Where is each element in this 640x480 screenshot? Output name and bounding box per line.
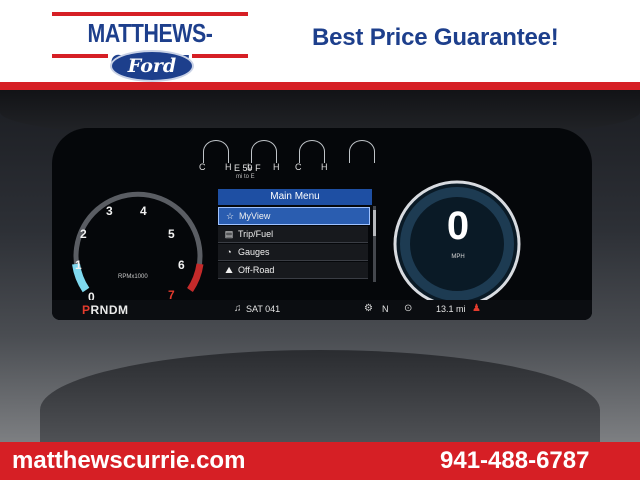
tach-tick: 3 [106,204,113,218]
tach-unit: RPMx1000 [118,274,148,280]
music-note-icon: ♫ [234,303,242,314]
fuel-readout: E 59 F [234,163,261,173]
menu-item-myview[interactable]: ☆ MyView [218,207,370,225]
main-menu-title: Main Menu [218,189,372,205]
indicator-row: C H L H C H [198,138,388,184]
menu-item-label: Trip/Fuel [238,229,274,239]
indicator-low-label: C [199,162,206,172]
fuel-e-label: E [234,163,241,173]
dealer-phone[interactable]: 941-488-6787 [440,447,589,475]
indicator-high-label: H [225,162,232,172]
gear-others: RNDM [90,303,129,317]
traction-icon: ⚙ [364,303,373,314]
tach-tick: 5 [168,227,175,241]
fuel-indicator [344,138,378,184]
tach-tick: 4 [140,204,147,218]
menu-scroll-thumb[interactable] [373,210,376,236]
logo-stripe-left [52,54,108,58]
speedometer: 0 MPH 0 120 [382,174,532,320]
odometer: 13.1 mi [436,304,466,314]
indicator-low-label: C [295,162,302,172]
cluster-photo: 0 1 2 3 4 5 6 7 RPMx1000 C H L H C H E 5… [0,90,640,442]
fuel-pump-icon [349,140,375,163]
audio-source: SAT 041 [246,304,281,314]
tachometer-dial [72,191,204,293]
menu-item-label: MyView [239,211,271,221]
dealer-header: MATTHEWS-CURRIE Ford Best Price Guarante… [0,0,640,84]
tach-tick: 2 [80,227,87,241]
oil-can-icon [251,140,277,163]
offroad-icon: ⛰ [225,265,233,275]
drive-mode: N [382,304,389,314]
instrument-cluster-screen: 0 1 2 3 4 5 6 7 RPMx1000 C H L H C H E 5… [52,128,592,320]
fuel-range-label: mi to E [236,174,255,180]
tachometer: 0 1 2 3 4 5 6 7 RPMx1000 [58,172,218,320]
dealer-logo: MATTHEWS-CURRIE Ford [52,10,248,82]
dealer-footer: matthewscurrie.com 941-488-6787 [0,442,640,480]
tach-tick: 6 [178,258,185,272]
menu-item-label: Gauges [238,247,270,257]
speed-value: 0 [446,204,470,248]
gear-selector: PRNDM [82,303,129,317]
indicator-high-label: H [273,162,280,172]
menu-scrollbar[interactable] [373,206,376,282]
seatbelt-warning-icon: ♟ [472,303,481,314]
main-menu[interactable]: Main Menu ☆ MyView ▤ Trip/Fuel ◔ Gauges … [218,189,376,285]
logo-stripe-top [52,12,248,16]
cluster-status-bar: PRNDM ♫ SAT 041 ⚙ N ⊙ 13.1 mi ♟ [52,300,592,320]
menu-item-gauges[interactable]: ◔ Gauges [218,244,368,261]
coolant-temp-indicator: C H [198,138,232,184]
menu-item-label: Off-Road [238,265,275,275]
tagline: Best Price Guarantee! [312,24,559,51]
steering-icon: ⊙ [404,303,413,314]
gauge-icon: ◔ [226,247,232,257]
menu-item-off-road[interactable]: ⛰ Off-Road [218,262,368,279]
fuel-f-label: F [255,163,261,173]
trans-temp-icon [299,140,325,163]
indicator-high-label: H [321,162,328,172]
ford-oval-logo: Ford [110,50,194,82]
outside-temp: 59 [242,163,253,173]
menu-item-trip-fuel[interactable]: ▤ Trip/Fuel [218,226,368,243]
tach-tick: 1 [75,258,82,272]
trip-icon: ▤ [224,229,234,239]
trans-temp-indicator: C H [294,138,328,184]
coolant-icon [203,140,229,163]
dealer-website[interactable]: matthewscurrie.com [12,447,245,475]
speed-unit: MPH [451,254,465,260]
logo-stripe-right [192,54,248,58]
steering-wheel [40,350,600,442]
star-icon: ☆ [225,211,235,221]
gear-active: P [82,303,91,317]
